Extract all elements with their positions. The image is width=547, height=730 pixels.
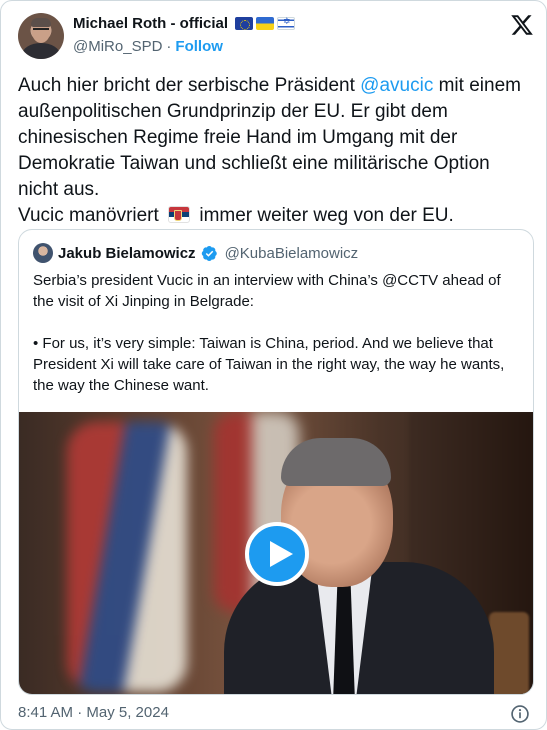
- quoted-text: Serbia’s president Vucic in an interview…: [33, 272, 505, 394]
- video-thumbnail[interactable]: [19, 412, 533, 694]
- background-chair: [489, 612, 529, 694]
- tweet-text: Auch hier bricht der serbische Präsident…: [18, 73, 528, 229]
- quoted-author-handle[interactable]: @KubaBielamowicz: [225, 245, 359, 262]
- quoted-header: Jakub Bielamowicz @KubaBielamowicz: [33, 243, 358, 263]
- background-flag: [67, 422, 187, 692]
- tweet-timestamp[interactable]: 8:41 AM · May 5, 2024: [18, 704, 169, 721]
- author-name[interactable]: Michael Roth - official: [73, 15, 228, 32]
- play-icon: [270, 541, 293, 567]
- speaker-hair: [281, 438, 391, 486]
- mention-link[interactable]: @avucic: [360, 75, 433, 96]
- quoted-avatar[interactable]: [33, 243, 53, 263]
- author-name-row: Michael Roth - official: [73, 15, 296, 32]
- tweet-header: Michael Roth - official @MiRo_SPD · Foll…: [18, 13, 536, 61]
- follow-button[interactable]: Follow: [175, 38, 223, 55]
- quoted-tweet[interactable]: Jakub Bielamowicz @KubaBielamowicz Serbi…: [18, 229, 534, 695]
- ukraine-flag-icon: [256, 17, 275, 30]
- play-button[interactable]: [245, 522, 309, 586]
- israel-flag-icon: [277, 17, 296, 30]
- tweet-text-part: immer weiter weg von der EU.: [194, 205, 454, 226]
- quoted-author-name[interactable]: Jakub Bielamowicz: [58, 245, 196, 262]
- tweet-text-part: Vucic manövriert: [18, 205, 165, 226]
- serbia-flag-icon: [168, 206, 191, 223]
- separator-dot: ·: [166, 38, 172, 55]
- author-handle[interactable]: @MiRo_SPD: [73, 38, 162, 55]
- author-handle-row: @MiRo_SPD · Follow: [73, 38, 223, 55]
- tweet-text-part: Auch hier bricht der serbische Präsident: [18, 75, 361, 96]
- info-icon[interactable]: [510, 704, 530, 724]
- x-logo-icon[interactable]: [510, 13, 534, 37]
- author-avatar[interactable]: [18, 13, 64, 59]
- tweet-card: Michael Roth - official @MiRo_SPD · Foll…: [0, 0, 547, 730]
- author-flags: [235, 17, 296, 30]
- verified-badge-icon: [201, 245, 217, 261]
- eu-flag-icon: [235, 17, 254, 30]
